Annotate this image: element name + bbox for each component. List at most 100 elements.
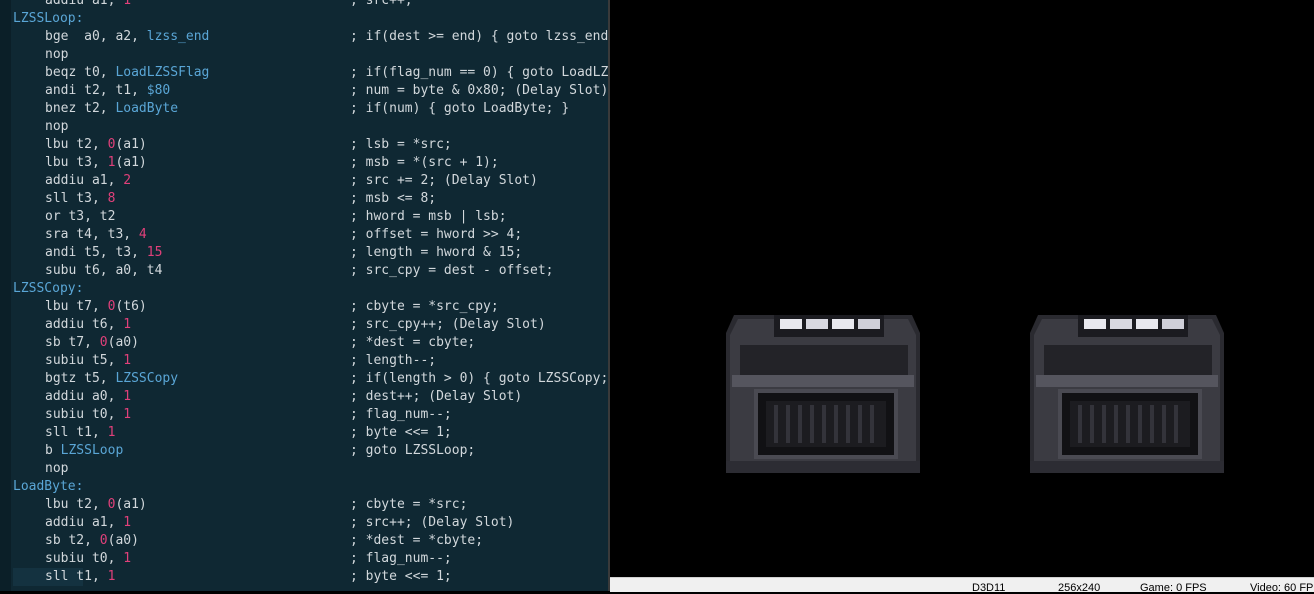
code-line[interactable]: subiu t5, 1 ; length--; (13, 352, 436, 370)
asm-token: (a0) (107, 335, 139, 350)
code-line[interactable]: addiu a1, 1 ; src++; (13, 0, 413, 10)
code-line[interactable]: nop (13, 46, 83, 64)
asm-comment: ; if(num) { goto LoadByte; } (350, 101, 570, 116)
emulator-viewport[interactable] (610, 0, 1314, 577)
asm-token: nop (45, 47, 69, 62)
code-line[interactable]: bge a0, a2, lzss_end ; if(dest >= end) { … (13, 28, 608, 46)
code-line[interactable]: sll t3, 8 ; msb <= 8; (13, 190, 436, 208)
code-label-line[interactable]: LZSSCopy: (13, 280, 83, 298)
asm-comment: ; if(flag_num == 0) { goto LoadLZ (350, 65, 608, 80)
status-resolution: 256x240 (1058, 582, 1101, 594)
code-line[interactable]: sll t1, 1 ; byte <<= 1; (13, 568, 452, 586)
asm-instruction: sll t3, 8 (45, 190, 115, 208)
code-line[interactable]: addiu a1, 1 ; src++; (Delay Slot) (13, 514, 514, 532)
asm-token: bgtz t5, (45, 371, 116, 386)
asm-instruction: andi t5, t3, 15 (45, 244, 162, 262)
asm-instruction: lbu t3, 1(a1) (45, 154, 147, 172)
code-lines: addiu a1, 1 ; src++; LZSSLoop: bge a0, a2, … (13, 0, 608, 586)
code-label-line[interactable]: LZSSLoop: (13, 10, 83, 28)
asm-comment: ; length--; (350, 353, 437, 368)
code-line[interactable]: or t3, t2 ; hword = msb | lsb; (13, 208, 507, 226)
code-line[interactable]: addiu a1, 2 ; src += 2; (Delay Slot) (13, 172, 538, 190)
code-line[interactable]: nop (13, 460, 83, 478)
asm-token: lzss_end (146, 29, 210, 44)
status-renderer: D3D11 (972, 582, 1006, 594)
asm-instruction: sll t1, 1 (45, 424, 115, 442)
asm-comment: ; msb = *(src + 1); (350, 155, 499, 170)
code-line[interactable]: lbu t3, 1(a1) ; msb = *(src + 1); (13, 154, 499, 172)
asm-instruction: subu t6, a0, t4 (45, 262, 162, 280)
code-line[interactable]: lbu t2, 0(a1) ; cbyte = *src; (13, 496, 467, 514)
asm-token: 1 (123, 407, 132, 422)
code-line[interactable]: andi t2, t1, $80 ; num = byte & 0x80; (De… (13, 82, 608, 100)
asm-token: bnez t2, (45, 101, 116, 116)
asm-token: 1 (107, 425, 116, 440)
asm-instruction: addiu a1, 2 (45, 172, 131, 190)
asm-token: LZSSCopy (115, 371, 179, 386)
asm-token: 1 (107, 569, 116, 584)
asm-comment: ; num = byte & 0x80; (Delay Slot) (350, 83, 608, 98)
asm-comment: ; src += 2; (Delay Slot) (350, 173, 538, 188)
asm-token: nop (45, 461, 69, 476)
asm-token: LoadLZSSFlag (115, 65, 210, 80)
code-line[interactable]: subu t6, a0, t4 ; src_cpy = dest - offset… (13, 262, 554, 280)
asm-label: LoadByte: (13, 479, 84, 494)
code-line[interactable]: sb t7, 0(a0) ; *dest = cbyte; (13, 334, 475, 352)
status-game-fps: Game: 0 FPS (1140, 582, 1207, 594)
asm-instruction: addiu t6, 1 (45, 316, 131, 334)
code-line[interactable]: sra t4, t3, 4 ; offset = hword >> 4; (13, 226, 522, 244)
asm-token: 1 (123, 0, 132, 8)
code-line[interactable]: lbu t2, 0(a1) ; lsb = *src; (13, 136, 452, 154)
asm-instruction: addiu a1, 1 (45, 514, 131, 532)
asm-comment: ; msb <= 8; (350, 191, 437, 206)
asm-label: LZSSCopy: (13, 281, 84, 296)
asm-comment: ; hword = msb | lsb; (350, 209, 507, 224)
asm-token: addiu t6, (45, 317, 124, 332)
asm-comment: ; if(dest >= end) { goto lzss_end (350, 29, 608, 44)
code-line[interactable]: bnez t2, LoadByte ; if(num) { goto LoadBy… (13, 100, 569, 118)
asm-token: lbu t2, (45, 497, 108, 512)
asm-token: nop (45, 119, 69, 134)
asm-comment: ; *dest = cbyte; (350, 335, 476, 350)
asm-instruction: sb t2, 0(a0) (45, 532, 139, 550)
asm-token: 0 (99, 533, 108, 548)
asm-instruction: subiu t0, 1 (45, 550, 131, 568)
asm-comment: ; src_cpy++; (Delay Slot) (350, 317, 546, 332)
asm-token: addiu a1, (45, 0, 124, 8)
code-line[interactable]: sll t1, 1 ; byte <<= 1; (13, 424, 452, 442)
code-editor[interactable]: addiu a1, 1 ; src++; LZSSLoop: bge a0, a2, … (0, 0, 608, 591)
asm-token: sb t7, (45, 335, 100, 350)
asm-token: 0 (99, 335, 108, 350)
asm-instruction: nop (45, 118, 68, 136)
asm-instruction: addiu a0, 1 (45, 388, 131, 406)
code-line[interactable]: lbu t7, 0(t6) ; cbyte = *src_cpy; (13, 298, 499, 316)
asm-comment: ; byte <<= 1; (350, 569, 452, 584)
asm-instruction: or t3, t2 (45, 208, 115, 226)
asm-token: 1 (123, 389, 132, 404)
asm-token: $80 (146, 83, 171, 98)
code-line[interactable]: andi t5, t3, 15 ; length = hword & 15; (13, 244, 522, 262)
code-line[interactable]: b LZSSLoop ; goto LZSSLoop; (13, 442, 475, 460)
asm-label: LZSSLoop: (13, 11, 84, 26)
code-line[interactable]: beqz t0, LoadLZSSFlag ; if(flag_num == 0)… (13, 64, 608, 82)
code-line[interactable]: addiu a0, 1 ; dest++; (Delay Slot) (13, 388, 522, 406)
asm-token: addiu a0, (45, 389, 124, 404)
code-line[interactable]: bgtz t5, LZSSCopy ; if(length > 0) { goto… (13, 370, 608, 388)
asm-comment: ; if(length > 0) { goto LZSSCopy; (350, 371, 608, 386)
asm-token: 15 (146, 245, 163, 260)
code-line[interactable]: addiu t6, 1 ; src_cpy++; (Delay Slot) (13, 316, 546, 334)
asm-instruction: beqz t0, LoadLZSSFlag (45, 64, 209, 82)
asm-instruction: andi t2, t1, $80 (45, 82, 170, 100)
code-label-line[interactable]: LoadByte: (13, 478, 83, 496)
code-line[interactable]: sb t2, 0(a0) ; *dest = *cbyte; (13, 532, 483, 550)
asm-token: addiu a1, (45, 515, 124, 530)
code-line[interactable]: nop (13, 118, 83, 136)
asm-token: 1 (123, 317, 132, 332)
asm-comment: ; offset = hword >> 4; (350, 227, 523, 242)
asm-token: lbu t3, (45, 155, 108, 170)
code-line[interactable]: subiu t0, 1 ; flag_num--; (13, 550, 452, 568)
asm-token: beqz t0, (45, 65, 116, 80)
asm-instruction: subiu t0, 1 (45, 406, 131, 424)
asm-token: 1 (123, 551, 132, 566)
code-line[interactable]: subiu t0, 1 ; flag_num--; (13, 406, 452, 424)
